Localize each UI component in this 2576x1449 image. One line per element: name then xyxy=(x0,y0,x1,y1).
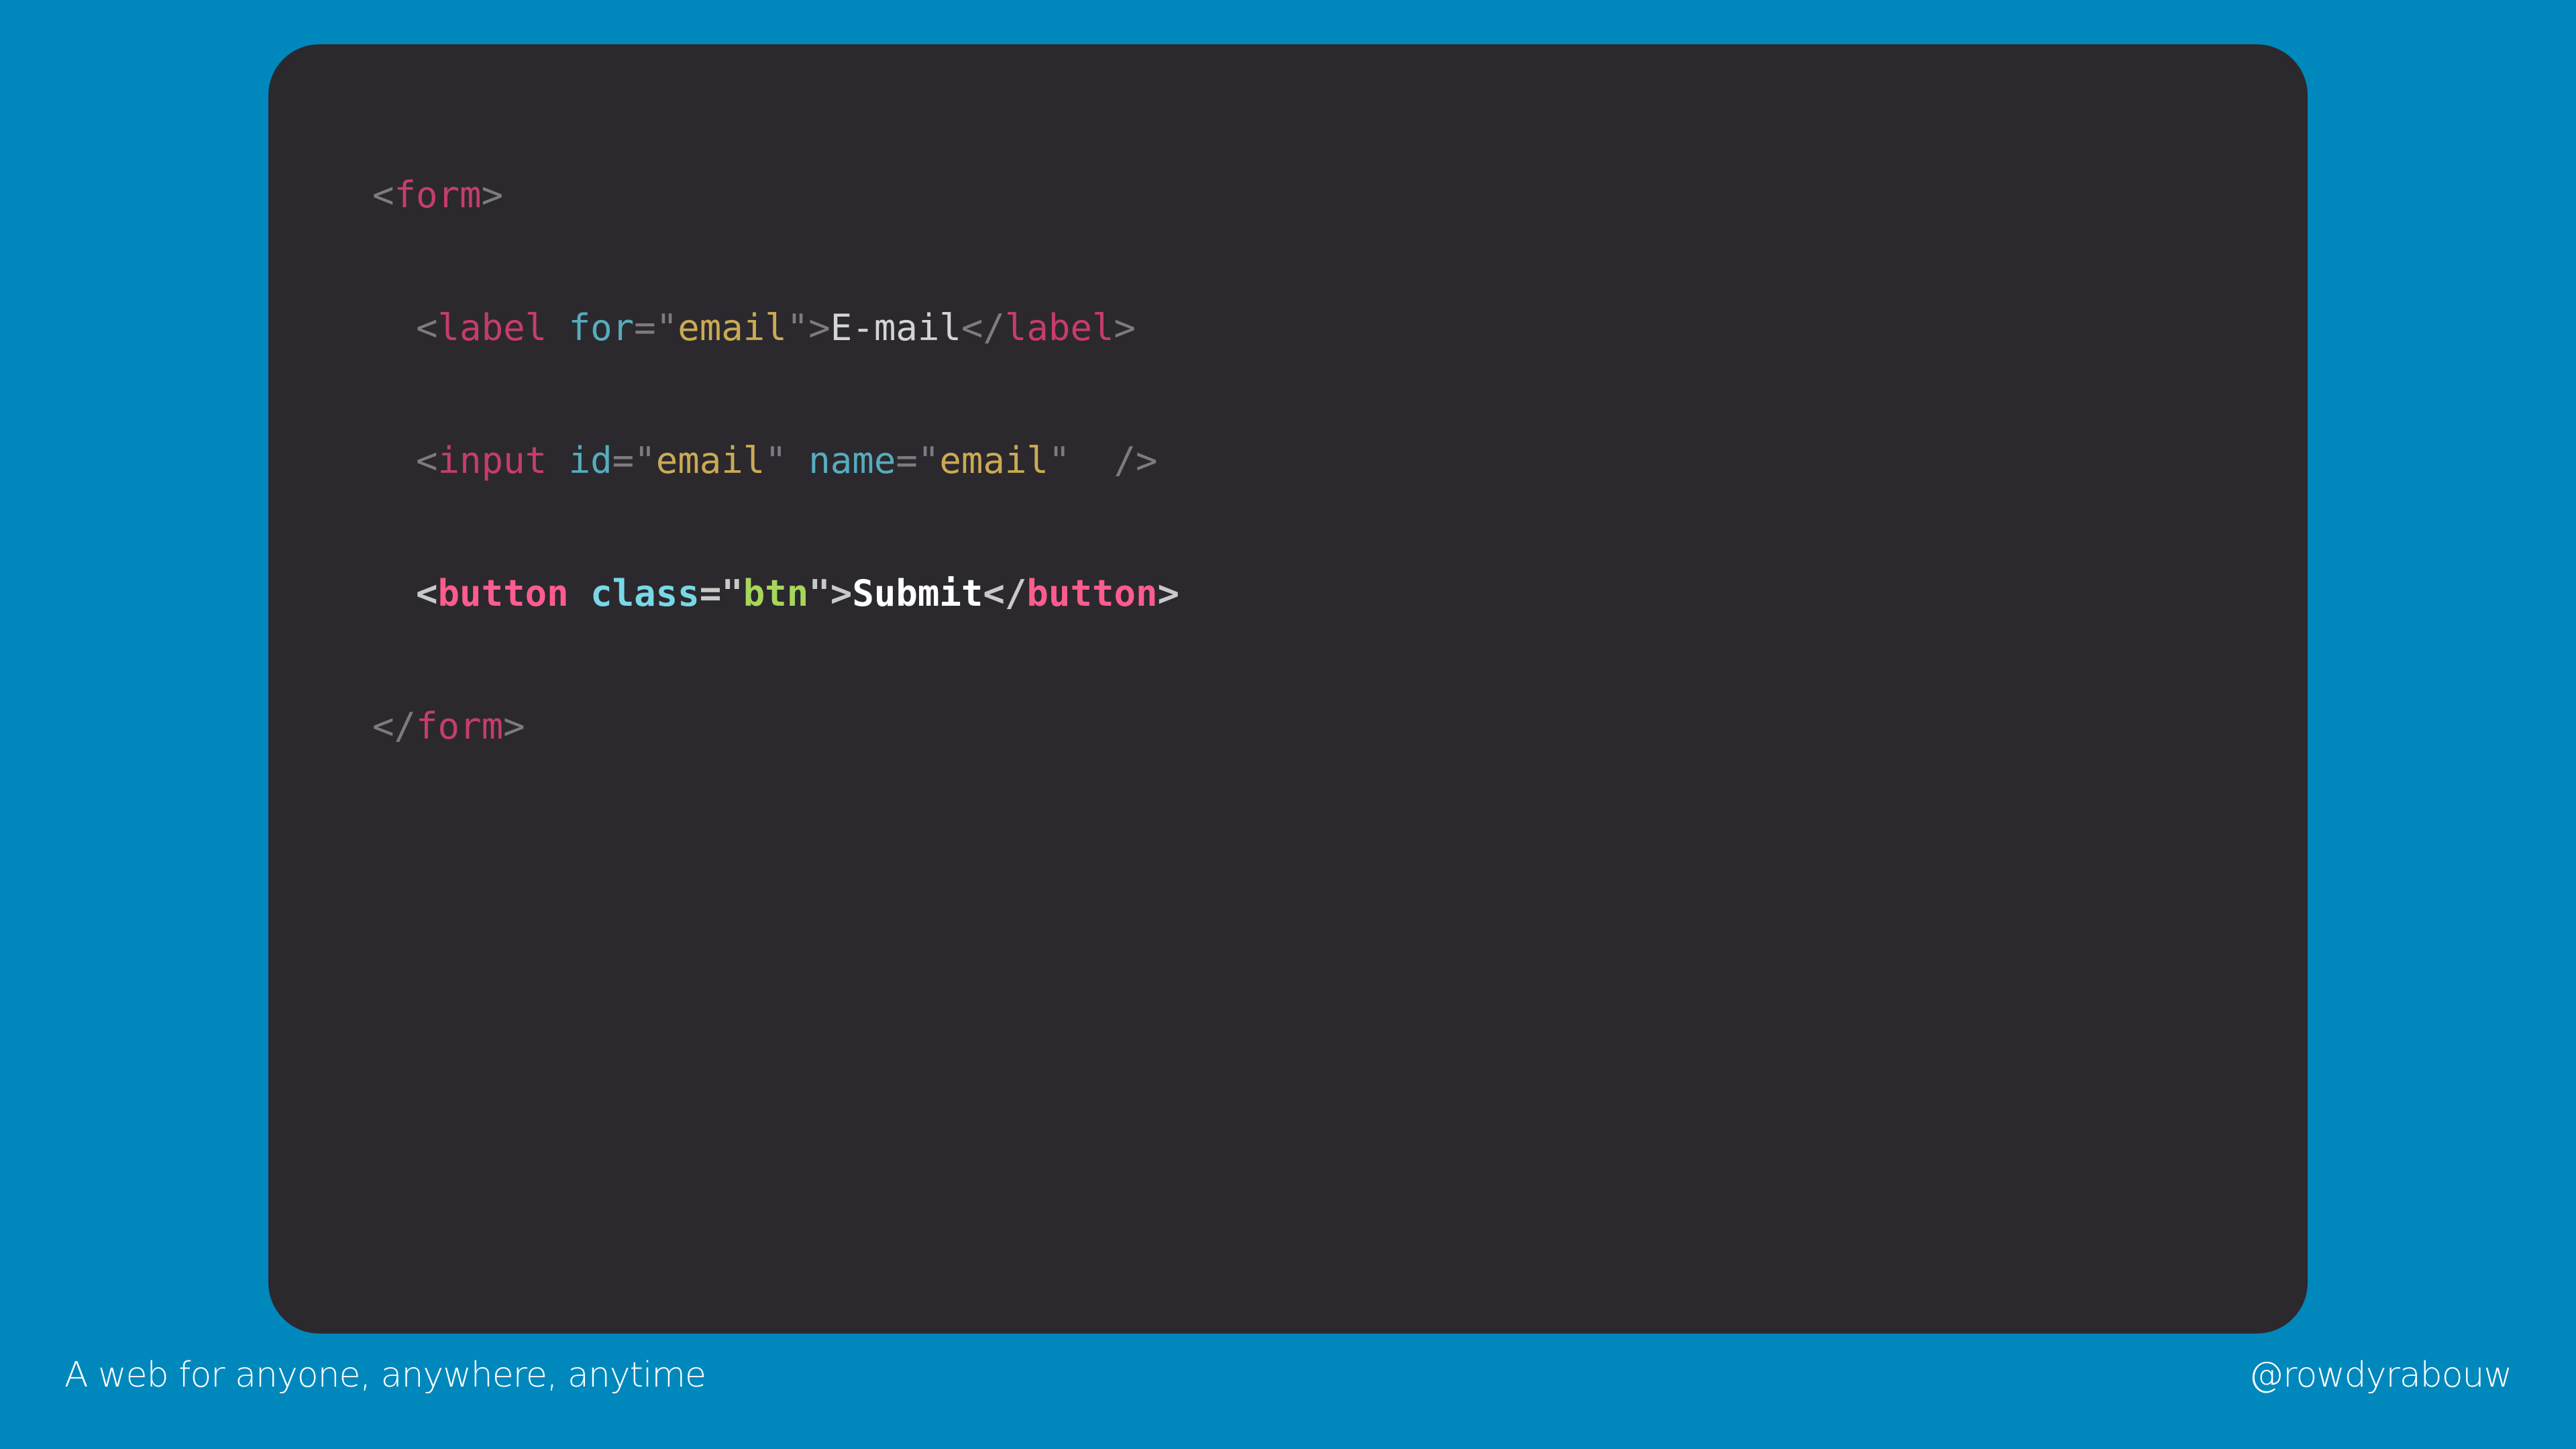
tag-name: button xyxy=(437,572,569,614)
code-line-button-highlighted: <button class="btn">Submit</button> xyxy=(372,572,2308,616)
punct: < xyxy=(416,307,438,349)
punct: < xyxy=(416,572,438,614)
code-panel: <form> <label for="email">E-mail</label>… xyxy=(268,44,2308,1334)
punct: </ xyxy=(983,572,1027,614)
tag-name: form xyxy=(416,705,504,747)
element-text: E-mail xyxy=(830,307,961,349)
punct: > xyxy=(808,307,830,349)
punct: > xyxy=(1157,572,1180,614)
punct: </ xyxy=(372,705,417,747)
tag-name: button xyxy=(1026,572,1158,614)
attr-name: for xyxy=(568,307,635,349)
code-line-input: <input id="email" name="email" /> xyxy=(372,439,2308,483)
footer-handle: @rowdyrabouw xyxy=(2249,1355,2512,1395)
punct: < xyxy=(416,439,438,482)
punct: = xyxy=(634,307,656,349)
punct: = xyxy=(896,439,918,482)
punct: </ xyxy=(961,307,1005,349)
punct: = xyxy=(612,439,635,482)
punct: < xyxy=(372,174,394,216)
attr-value: email xyxy=(939,439,1049,482)
tag-name: label xyxy=(1004,307,1114,349)
punct: " xyxy=(634,439,656,482)
attr-value: btn xyxy=(743,572,809,614)
code-line-form-open: <form> xyxy=(372,173,2308,217)
code-line-label: <label for="email">E-mail</label> xyxy=(372,306,2308,350)
punct: > xyxy=(481,174,504,216)
punct: " xyxy=(917,439,940,482)
punct: > xyxy=(503,705,525,747)
punct: " xyxy=(765,439,787,482)
attr-name: id xyxy=(568,439,612,482)
tag-name: label xyxy=(437,307,547,349)
attr-name: name xyxy=(808,439,896,482)
attr-value: email xyxy=(678,307,787,349)
attr-value: email xyxy=(655,439,765,482)
code-block: <form> <label for="email">E-mail</label>… xyxy=(372,85,2308,837)
punct: /> xyxy=(1114,439,1158,482)
punct: > xyxy=(1114,307,1136,349)
punct: > xyxy=(830,572,853,614)
code-line-form-close: </form> xyxy=(372,704,2308,749)
punct: " xyxy=(721,572,743,614)
attr-name: class xyxy=(590,572,700,614)
punct: " xyxy=(786,307,809,349)
footer-tagline: A web for anyone, anywhere, anytime xyxy=(64,1355,706,1395)
element-text: Submit xyxy=(852,572,983,614)
tag-name: form xyxy=(394,174,482,216)
punct: " xyxy=(655,307,678,349)
punct: = xyxy=(699,572,722,614)
punct: " xyxy=(808,572,830,614)
tag-name: input xyxy=(437,439,547,482)
punct: " xyxy=(1048,439,1071,482)
